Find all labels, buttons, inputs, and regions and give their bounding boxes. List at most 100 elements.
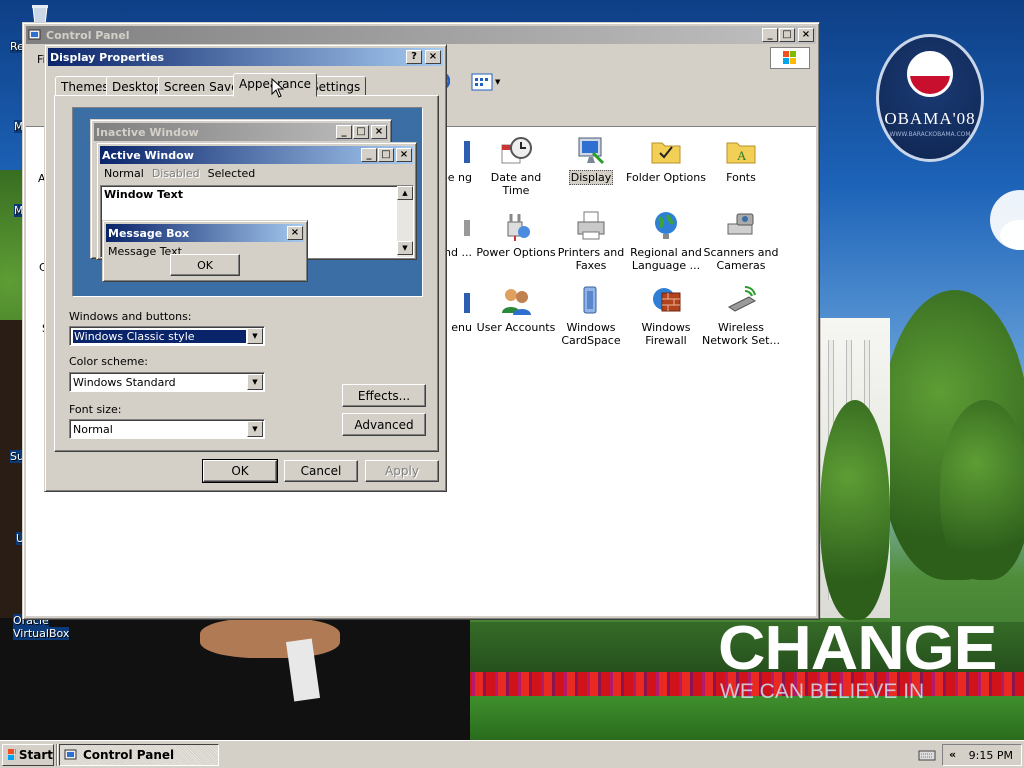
preview-scrollbar: ▲ ▼ bbox=[397, 186, 413, 257]
preview-msgbox-titlebar: Message Box × bbox=[106, 224, 304, 242]
display-properties-titlebar[interactable]: Display Properties ? × bbox=[48, 48, 443, 66]
windows-buttons-select[interactable]: Windows Classic style ▼ bbox=[69, 326, 265, 346]
chevron-down-icon[interactable]: ▼ bbox=[247, 421, 263, 437]
font-size-select[interactable]: Normal ▼ bbox=[69, 419, 265, 439]
taskbar: Start Control Panel « 9:15 PM bbox=[0, 740, 1024, 768]
control-panel-icon bbox=[28, 29, 41, 40]
cp-item-windows-firewall[interactable]: Windows Firewall bbox=[626, 285, 706, 347]
cp-item-windows-cardspace[interactable]: Windows CardSpace bbox=[551, 285, 631, 347]
control-panel-title: Control Panel bbox=[46, 28, 130, 42]
appearance-tab-panel: Inactive Window _ □ × Active Window _ □ … bbox=[54, 95, 439, 452]
scroll-down-icon: ▼ bbox=[397, 241, 413, 255]
cp-item-display[interactable]: Display bbox=[551, 135, 631, 185]
printer-icon bbox=[575, 210, 607, 242]
fonts-folder-icon: A bbox=[725, 135, 757, 167]
display-properties-title: Display Properties bbox=[50, 50, 165, 64]
preview-close-icon: × bbox=[396, 148, 412, 162]
preview-minimize-icon: _ bbox=[336, 125, 352, 139]
wallpaper-subheadline: WE CAN BELIEVE IN bbox=[720, 680, 925, 703]
chevron-down-icon[interactable]: ▼ bbox=[247, 374, 263, 390]
preview-msgbox-title: Message Box bbox=[108, 226, 190, 240]
color-scheme-value: Windows Standard bbox=[73, 376, 176, 389]
control-panel-icon bbox=[64, 749, 77, 760]
clock[interactable]: 9:15 PM bbox=[969, 749, 1013, 762]
svg-text:A: A bbox=[737, 148, 747, 163]
partial-icon bbox=[464, 135, 472, 167]
taskbar-item-label: Control Panel bbox=[83, 748, 175, 762]
power-icon bbox=[500, 210, 532, 242]
views-icon bbox=[471, 73, 493, 91]
color-scheme-label: Color scheme: bbox=[69, 355, 148, 368]
effects-button[interactable]: Effects... bbox=[342, 384, 426, 407]
appearance-preview[interactable]: Inactive Window _ □ × Active Window _ □ … bbox=[72, 107, 423, 297]
windows-buttons-label: Windows and buttons: bbox=[69, 310, 192, 323]
tree bbox=[820, 400, 890, 620]
cp-item-folder-options[interactable]: Folder Options bbox=[626, 135, 706, 184]
advanced-button[interactable]: Advanced bbox=[342, 413, 426, 436]
preview-inactive-title: Inactive Window bbox=[96, 125, 199, 139]
start-label: Start bbox=[18, 748, 53, 762]
wallpaper-headline: CHANGE bbox=[718, 614, 998, 683]
preview-active-title: Active Window bbox=[102, 148, 194, 162]
cp-item-fonts[interactable]: A Fonts bbox=[701, 135, 781, 184]
users-icon bbox=[500, 285, 532, 317]
preview-close-icon: × bbox=[371, 125, 387, 139]
tray-expand-icon[interactable]: « bbox=[949, 748, 956, 761]
views-button[interactable]: ▼ bbox=[470, 71, 504, 93]
preview-inactive-titlebar: Inactive Window _ □ × bbox=[94, 123, 388, 141]
preview-menu-normal: Normal bbox=[104, 167, 144, 180]
cancel-button[interactable]: Cancel bbox=[284, 460, 358, 482]
color-scheme-select[interactable]: Windows Standard ▼ bbox=[69, 372, 265, 392]
preview-window-text: Window Text bbox=[104, 188, 184, 201]
help-button[interactable]: ? bbox=[406, 50, 422, 64]
logo-emblem bbox=[907, 51, 953, 97]
cp-item-printers-faxes[interactable]: Printers and Faxes bbox=[551, 210, 631, 272]
preview-maximize-icon: □ bbox=[353, 125, 369, 139]
mouse-cursor-icon bbox=[271, 78, 285, 98]
windows-logo-icon bbox=[8, 749, 16, 760]
hand bbox=[200, 618, 340, 658]
minimize-button[interactable]: _ bbox=[762, 28, 778, 42]
font-size-label: Font size: bbox=[69, 403, 122, 416]
preview-menu-disabled: Disabled bbox=[151, 167, 200, 180]
cp-item-user-accounts[interactable]: User Accounts bbox=[476, 285, 556, 334]
tree bbox=[940, 400, 1024, 580]
cp-item-regional-language[interactable]: Regional and Language ... bbox=[626, 210, 706, 272]
preview-menu: Normal Disabled Selected bbox=[100, 167, 259, 180]
preview-menu-selected: Selected bbox=[207, 167, 256, 180]
person-figure bbox=[0, 320, 22, 620]
taskbar-item-control-panel[interactable]: Control Panel bbox=[59, 744, 219, 766]
control-panel-titlebar[interactable]: Control Panel _ □ × bbox=[26, 26, 816, 44]
system-tray: « 9:15 PM bbox=[942, 744, 1022, 766]
close-button[interactable]: × bbox=[798, 28, 814, 42]
font-size-value: Normal bbox=[73, 423, 113, 436]
display-properties-dialog[interactable]: Display Properties ? × Themes Desktop Sc… bbox=[44, 44, 447, 492]
scanner-icon bbox=[725, 210, 757, 242]
apply-button[interactable]: Apply bbox=[365, 460, 439, 482]
windows-flag-logo bbox=[770, 47, 810, 69]
cp-item-wireless-network[interactable]: Wireless Network Set... bbox=[701, 285, 781, 347]
cp-item-date-time[interactable]: Date and Time bbox=[476, 135, 556, 197]
folder-icon bbox=[650, 135, 682, 167]
preview-message-box: Message Box × Message Text OK bbox=[102, 220, 308, 282]
chevron-down-icon[interactable]: ▼ bbox=[247, 328, 263, 344]
preview-msgbox-ok: OK bbox=[170, 254, 240, 276]
scroll-up-icon: ▲ bbox=[397, 186, 413, 200]
preview-active-titlebar: Active Window _ □ × bbox=[100, 146, 413, 164]
close-button[interactable]: × bbox=[425, 50, 441, 64]
cp-item-scanners-cameras[interactable]: Scanners and Cameras bbox=[701, 210, 781, 272]
keyboard-tray-icon[interactable] bbox=[918, 748, 936, 765]
logo-text: OBAMA'08 bbox=[884, 109, 976, 128]
partial-icon bbox=[464, 285, 472, 317]
firewall-icon bbox=[650, 285, 682, 317]
taskbar-divider bbox=[56, 744, 58, 766]
wireless-icon bbox=[725, 285, 757, 317]
clock-icon bbox=[500, 135, 532, 167]
preview-maximize-icon: □ bbox=[378, 148, 394, 162]
start-button[interactable]: Start bbox=[2, 744, 54, 766]
cp-item-power-options[interactable]: Power Options bbox=[476, 210, 556, 259]
maximize-button[interactable]: □ bbox=[779, 28, 795, 42]
ok-button[interactable]: OK bbox=[202, 459, 278, 483]
obama-logo: OBAMA'08 WWW.BARACKOBAMA.COM bbox=[876, 34, 984, 162]
preview-minimize-icon: _ bbox=[361, 148, 377, 162]
